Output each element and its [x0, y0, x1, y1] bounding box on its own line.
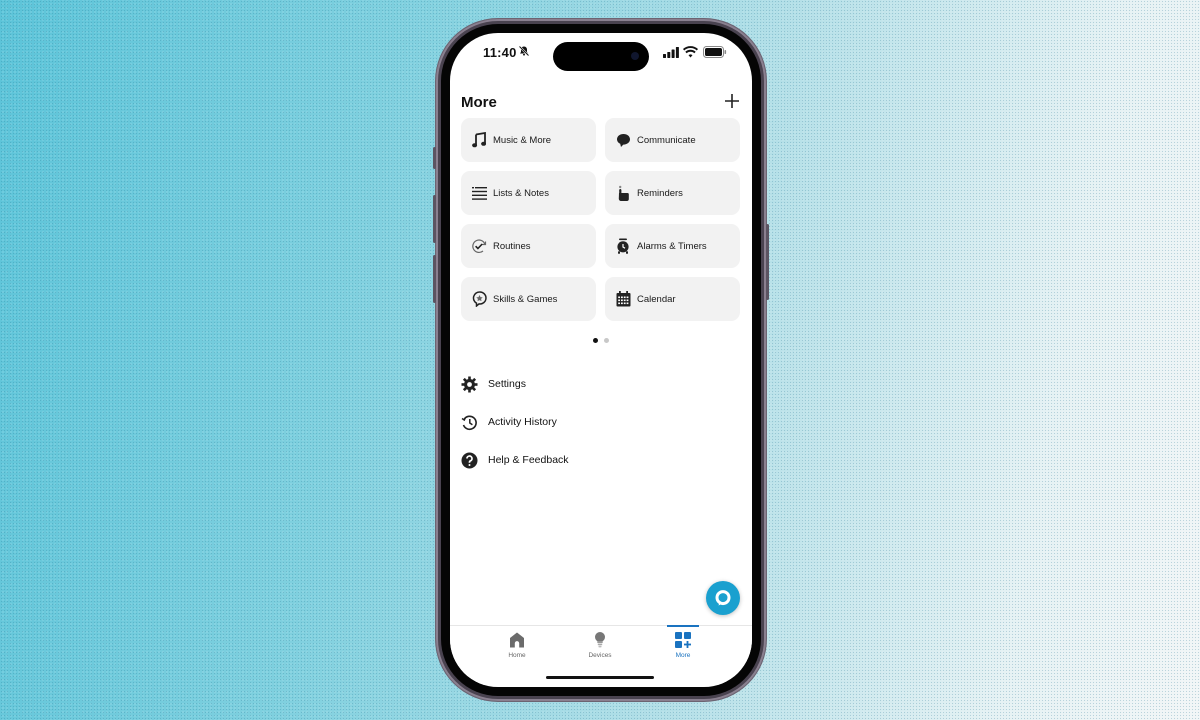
menu-item-help-and-feedback[interactable]: Help & Feedback [460, 441, 569, 479]
history-icon [460, 413, 478, 431]
music-note-icon [471, 132, 487, 148]
tab-label: Home [508, 652, 526, 659]
tile-label: Alarms & Timers [637, 240, 707, 252]
tile-routines[interactable]: Routines [461, 224, 596, 268]
tile-lists-and-notes[interactable]: Lists & Notes [461, 171, 596, 215]
speech-bubble-icon [615, 132, 631, 148]
action-button [433, 147, 436, 169]
menu-item-label: Settings [488, 378, 526, 390]
help-icon [460, 451, 478, 469]
tile-label: Calendar [637, 293, 676, 305]
tile-calendar[interactable]: Calendar [605, 277, 740, 321]
tile-communicate[interactable]: Communicate [605, 118, 740, 162]
dynamic-island [553, 42, 649, 71]
page-dot-2[interactable] [604, 338, 609, 343]
camera-icon [631, 52, 639, 60]
alarm-clock-icon [615, 238, 631, 254]
menu-item-label: Help & Feedback [488, 454, 569, 466]
tile-alarms-and-timers[interactable]: Alarms & Timers [605, 224, 740, 268]
skills-star-icon [471, 291, 487, 307]
tile-skills-and-games[interactable]: Skills & Games [461, 277, 596, 321]
tile-label: Lists & Notes [493, 187, 549, 199]
page-indicator[interactable] [450, 338, 752, 343]
power-button [766, 224, 769, 300]
more-grid-icon [675, 632, 691, 648]
volume-down-button [433, 255, 436, 303]
tab-label: Devices [588, 652, 612, 659]
feature-grid: Music & More Communicate Lists & Notes R… [461, 118, 741, 321]
app-screen: 11:40 More Music & More Communicate List… [450, 33, 752, 687]
home-indicator[interactable] [546, 676, 654, 679]
calendar-icon [615, 291, 631, 307]
menu-item-activity-history[interactable]: Activity History [460, 403, 569, 441]
routine-check-icon [471, 238, 487, 254]
volume-up-button [433, 195, 436, 243]
more-menu-list: Settings Activity History Help & Feedbac… [460, 365, 569, 479]
finger-tap-icon [615, 185, 631, 201]
home-icon [510, 632, 524, 648]
tile-music-and-more[interactable]: Music & More [461, 118, 596, 162]
tab-more[interactable]: More [653, 625, 713, 666]
menu-item-settings[interactable]: Settings [460, 365, 569, 403]
tile-label: Communicate [637, 134, 696, 146]
lightbulb-icon [595, 632, 605, 648]
list-icon [471, 185, 487, 201]
menu-item-label: Activity History [488, 416, 557, 428]
alexa-voice-button[interactable] [706, 581, 740, 615]
page-title: More [461, 94, 497, 111]
phone-frame: 11:40 More Music & More Communicate List… [433, 19, 769, 701]
signal-icon [663, 47, 679, 58]
status-bar: 11:40 [450, 33, 752, 73]
bell-off-icon [518, 45, 530, 57]
tile-label: Music & More [493, 134, 552, 146]
tab-home[interactable]: Home [487, 626, 547, 666]
alexa-ring-icon [715, 590, 731, 606]
tile-reminders[interactable]: Reminders [605, 171, 740, 215]
tile-label: Routines [493, 240, 531, 252]
tab-label: More [675, 652, 691, 659]
plus-icon[interactable] [723, 92, 741, 110]
page-dot-1[interactable] [593, 338, 598, 343]
status-time: 11:40 [483, 45, 517, 60]
gear-icon [460, 375, 478, 393]
tab-devices[interactable]: Devices [570, 626, 630, 666]
tile-label: Skills & Games [493, 293, 558, 305]
tile-label: Reminders [637, 187, 683, 199]
battery-icon [703, 46, 727, 58]
wifi-icon [683, 46, 698, 58]
